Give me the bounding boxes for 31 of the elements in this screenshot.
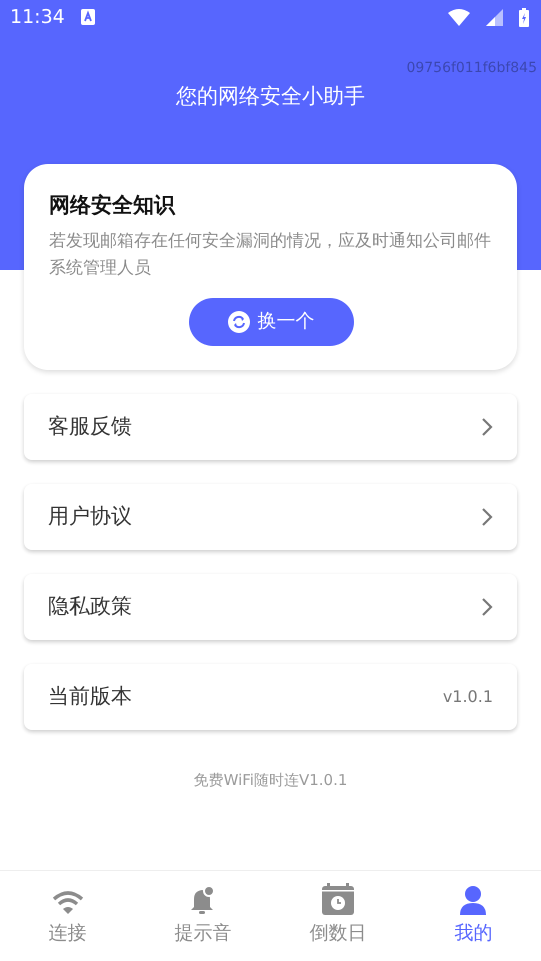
menu-item-label: 客服反馈: [48, 412, 132, 440]
chevron-right-icon: [481, 416, 493, 436]
version-value: v1.0.1: [442, 686, 493, 708]
tab[interactable]: 提示音: [135, 871, 270, 961]
signal-icon: [486, 8, 503, 26]
wifi-icon: [448, 8, 470, 26]
menu-item-label: 当前版本: [48, 682, 132, 710]
header-title: 您的网络安全小助手: [176, 84, 365, 108]
tip-title: 网络安全知识: [49, 192, 176, 219]
keyboard-notification-icon: [80, 9, 95, 25]
wifi-icon: [52, 891, 84, 915]
calendar-clock-icon: [321, 883, 356, 915]
tab[interactable]: 倒数日: [270, 871, 406, 961]
chevron-right-icon: [481, 596, 493, 616]
person-icon: [458, 885, 488, 915]
device-id: 09756f011f6bf845: [406, 59, 537, 78]
tip-text: 若发现邮箱存在任何安全漏洞的情况，应及时通知公司邮件系统管理人员: [49, 230, 492, 280]
menu-item-label: 用户协议: [48, 502, 132, 530]
app-version-text: 免费WiFi随时连V1.0.1: [194, 770, 348, 788]
bell-icon: [190, 885, 216, 915]
refresh-tip-button[interactable]: 换一个: [188, 298, 354, 346]
tab[interactable]: 我的: [406, 871, 541, 961]
tab[interactable]: 连接: [0, 871, 136, 961]
refresh-icon: [228, 310, 250, 332]
battery-icon: [519, 8, 529, 26]
menu-item[interactable]: 客服反馈: [24, 394, 517, 460]
status-time: 11:34: [10, 4, 65, 30]
chevron-right-icon: [481, 506, 493, 526]
menu-item[interactable]: 隐私政策: [24, 574, 517, 640]
menu-item-label: 隐私政策: [48, 592, 132, 620]
menu-item[interactable]: 用户协议: [24, 484, 517, 550]
